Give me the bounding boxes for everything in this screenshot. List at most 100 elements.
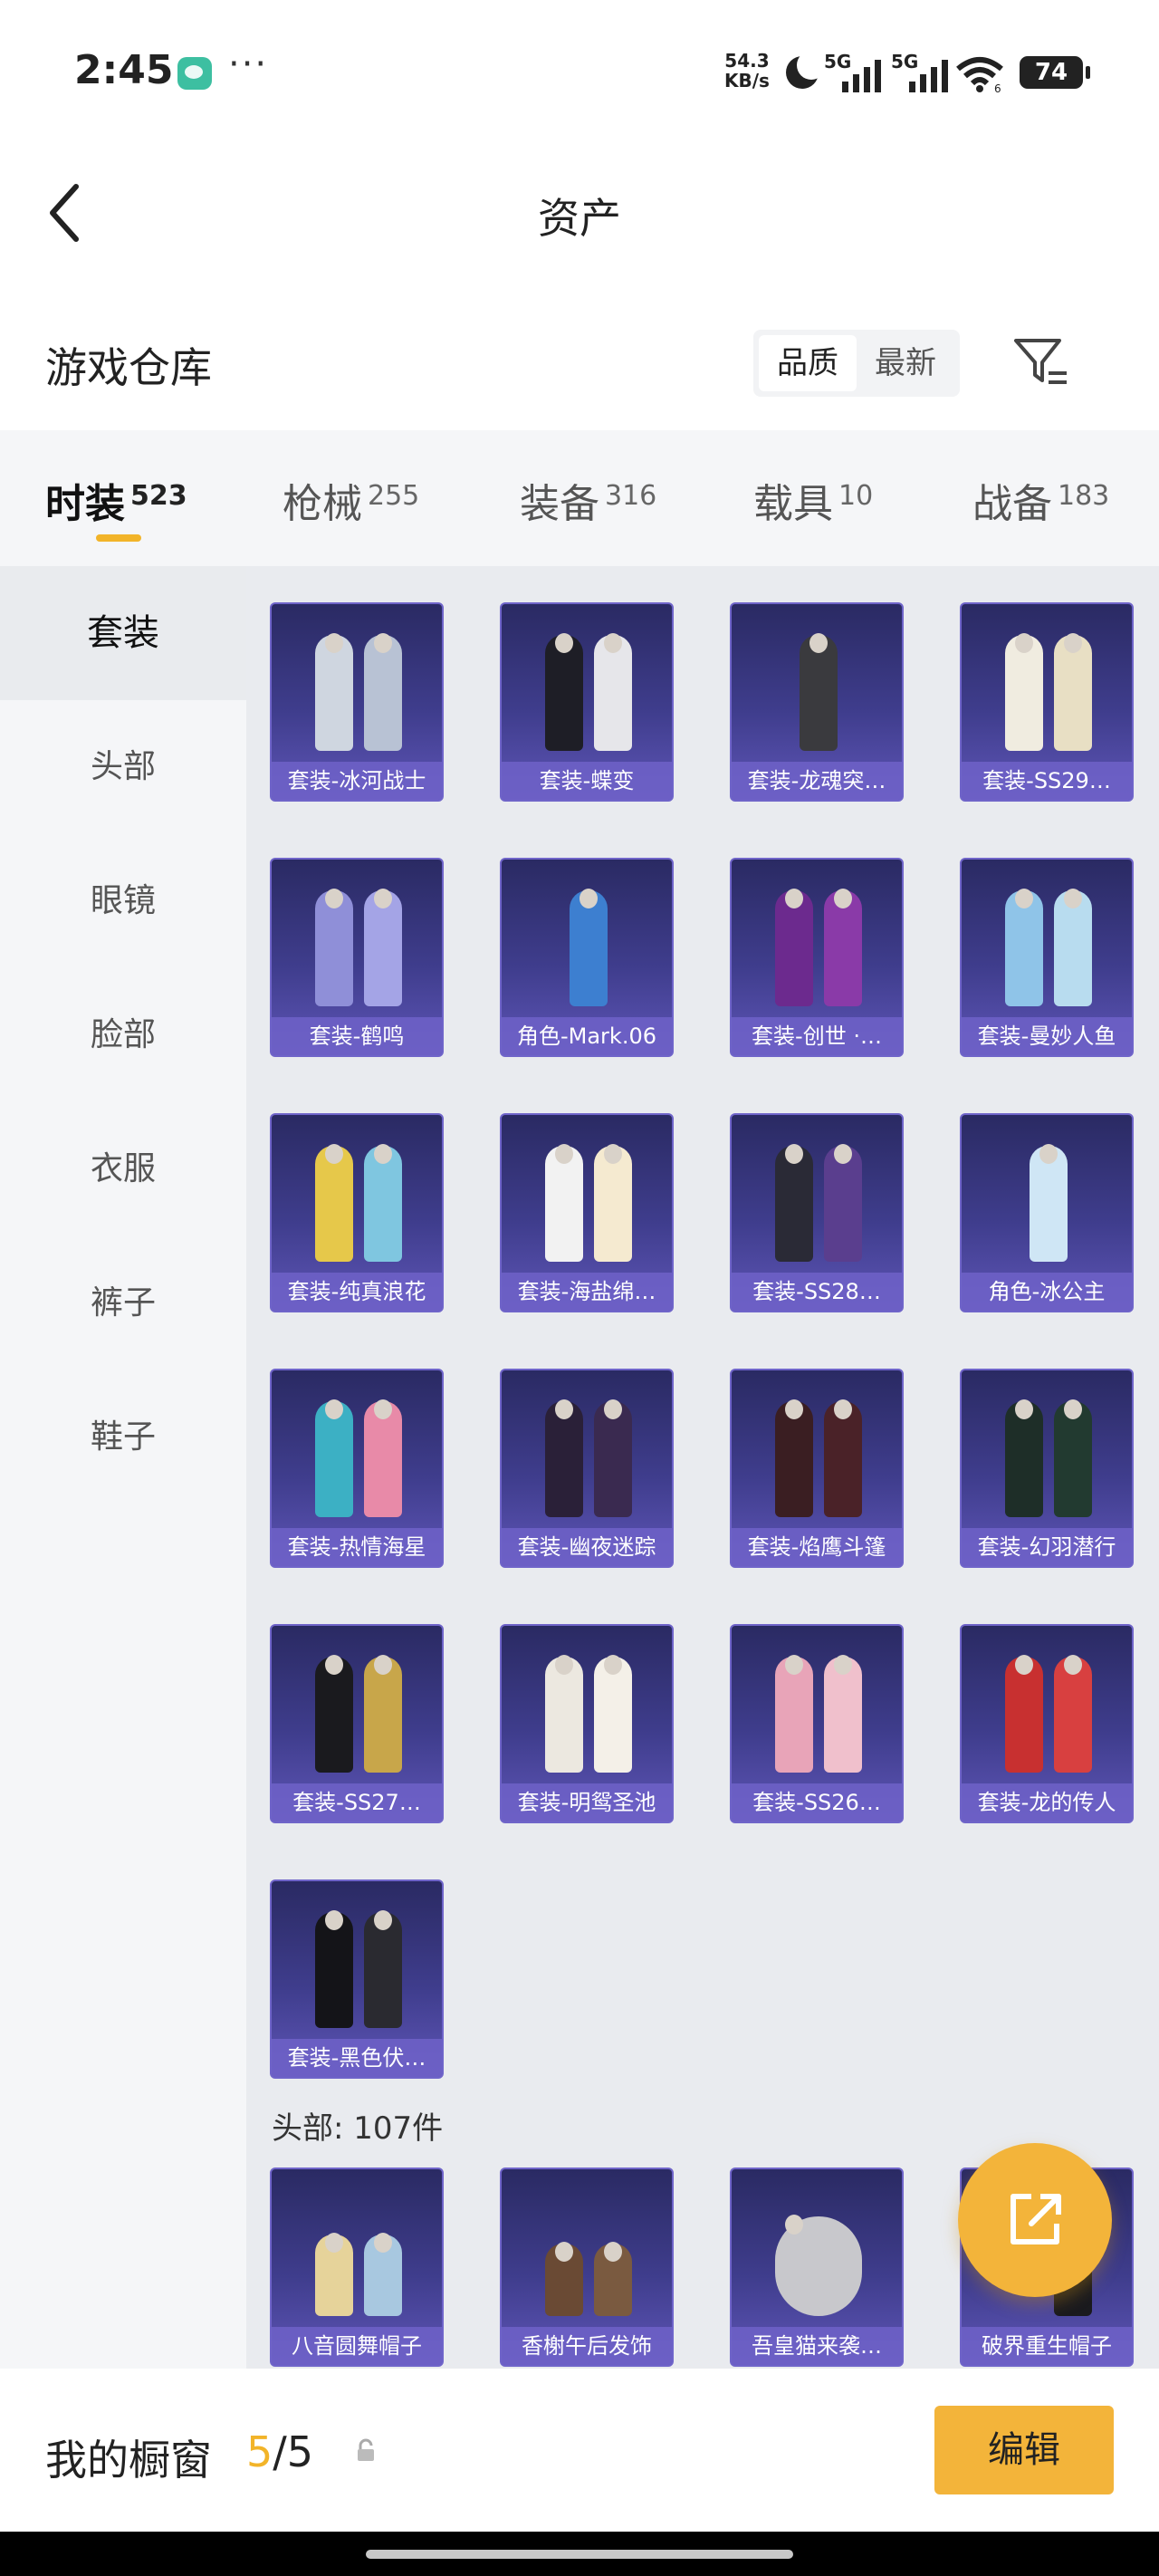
- item-image: [998, 624, 1099, 751]
- item-image: [998, 1135, 1099, 1262]
- item-card[interactable]: 套装-幽夜迷踪: [500, 1369, 674, 1568]
- lock-icon: [358, 2438, 374, 2461]
- item-card[interactable]: 套装-黑色伏…: [270, 1879, 444, 2079]
- filter-icon[interactable]: [1012, 335, 1068, 388]
- item-card[interactable]: 套装-蝶变: [500, 602, 674, 802]
- item-card[interactable]: 套装-龙魂突…: [730, 602, 904, 802]
- item-name: 角色-冰公主: [962, 1273, 1132, 1311]
- item-image: [538, 2189, 639, 2316]
- item-image: [768, 1390, 869, 1517]
- item-name: 套装-冰河战士: [272, 762, 442, 800]
- wifi-icon: 6: [956, 57, 1003, 92]
- item-image: [998, 879, 1099, 1006]
- sort-quality-button[interactable]: 品质: [759, 335, 857, 391]
- item-name: 破界重生帽子: [962, 2327, 1132, 2365]
- sim1-label: 5G: [824, 51, 852, 72]
- tab-label: 战备: [972, 481, 1052, 527]
- item-name: 套装-幽夜迷踪: [502, 1528, 672, 1566]
- item-card[interactable]: 套装-鹤鸣: [270, 858, 444, 1057]
- tab-equipment[interactable]: 装备 316: [520, 471, 656, 529]
- item-name: 八音圆舞帽子: [272, 2327, 442, 2365]
- tab-gear[interactable]: 战备 183: [972, 471, 1109, 529]
- item-name: 套装-曼妙人鱼: [962, 1017, 1132, 1055]
- network-speed-value: 54.3: [724, 50, 770, 72]
- showcase-current: 5: [246, 2427, 273, 2476]
- item-card[interactable]: 角色-Mark.06: [500, 858, 674, 1057]
- item-card[interactable]: 套装-焰鹰斗篷: [730, 1369, 904, 1568]
- sort-latest-button[interactable]: 最新: [857, 335, 954, 391]
- item-card[interactable]: 套装-龙的传人: [960, 1624, 1134, 1823]
- item-name: 套装-热情海星: [272, 1528, 442, 1566]
- sidebar-item-shoes[interactable]: 鞋子: [0, 1370, 246, 1504]
- item-name: 吾皇猫来袭…: [732, 2327, 902, 2365]
- tab-count: 316: [605, 480, 657, 512]
- item-name: 套装-SS26…: [732, 1783, 902, 1821]
- sidebar-item-suits[interactable]: 套装: [0, 566, 246, 700]
- item-card[interactable]: 角色-冰公主: [960, 1113, 1134, 1312]
- item-image: [308, 2189, 409, 2316]
- sim2-label: 5G: [891, 51, 919, 72]
- home-indicator[interactable]: [366, 2550, 793, 2559]
- network-speed: 54.3 KB/s: [724, 51, 770, 91]
- item-image: [768, 2189, 869, 2316]
- item-card[interactable]: 套装-创世 ·…: [730, 858, 904, 1057]
- tab-count: 10: [838, 480, 874, 512]
- item-card[interactable]: 套装-SS26…: [730, 1624, 904, 1823]
- status-time: 2:45: [74, 47, 174, 93]
- item-image: [308, 879, 409, 1006]
- sidebar-item-pants[interactable]: 裤子: [0, 1236, 246, 1370]
- tab-count: 255: [368, 480, 420, 512]
- item-image: [538, 1390, 639, 1517]
- item-name: 香榭午后发饰: [502, 2327, 672, 2365]
- tab-vehicles[interactable]: 载具 10: [753, 471, 873, 529]
- showcase-label: 我的橱窗: [45, 2436, 212, 2485]
- head-section-label: 头部: 107件: [272, 2110, 444, 2147]
- edit-button[interactable]: 编辑: [934, 2406, 1114, 2494]
- active-tab-indicator: [96, 534, 141, 542]
- item-image: [768, 879, 869, 1006]
- item-card[interactable]: 套装-SS29…: [960, 602, 1134, 802]
- item-card[interactable]: 八音圆舞帽子: [270, 2167, 444, 2367]
- item-card[interactable]: 套装-幻羽潜行: [960, 1369, 1134, 1568]
- item-image: [768, 1646, 869, 1773]
- tab-guns[interactable]: 枪械 255: [283, 471, 419, 529]
- item-image: [538, 1646, 639, 1773]
- sidebar-item-glasses[interactable]: 眼镜: [0, 834, 246, 968]
- item-name: 套装-蝶变: [502, 762, 672, 800]
- sidebar-item-clothes[interactable]: 衣服: [0, 1102, 246, 1236]
- item-image: [538, 624, 639, 751]
- item-card[interactable]: 套装-冰河战士: [270, 602, 444, 802]
- item-card[interactable]: 套装-热情海星: [270, 1369, 444, 1568]
- item-card[interactable]: 套装-海盐绵…: [500, 1113, 674, 1312]
- item-name: 套装-SS29…: [962, 762, 1132, 800]
- wechat-notification-icon: [177, 57, 212, 90]
- showcase-total: /5: [273, 2427, 314, 2476]
- item-card[interactable]: 套装-纯真浪花: [270, 1113, 444, 1312]
- item-name: 套装-鹤鸣: [272, 1017, 442, 1055]
- tab-fashion[interactable]: 时装 523: [45, 471, 187, 529]
- item-image: [308, 624, 409, 751]
- item-card[interactable]: 吾皇猫来袭…: [730, 2167, 904, 2367]
- item-name: 套装-黑色伏…: [272, 2039, 442, 2077]
- tab-label: 时装: [45, 481, 125, 527]
- sidebar-item-face[interactable]: 脸部: [0, 968, 246, 1102]
- item-image: [768, 1135, 869, 1262]
- more-notifications-icon: ···: [228, 43, 269, 85]
- signal-1-icon: 5G: [824, 51, 887, 92]
- share-button[interactable]: [958, 2143, 1112, 2297]
- sidebar-item-head[interactable]: 头部: [0, 700, 246, 834]
- sort-toggle: 品质 最新: [753, 330, 960, 397]
- item-card[interactable]: 套装-明鸳圣池: [500, 1624, 674, 1823]
- wifi-sub-label: 6: [994, 82, 1001, 92]
- item-grid: 套装-冰河战士 套装-蝶变 套装-龙魂突… 套装-SS29… 套装-鹤鸣 角色-…: [246, 566, 1159, 2369]
- item-image: [308, 1135, 409, 1262]
- sidebar: 套装 头部 眼镜 脸部 衣服 裤子 鞋子: [0, 566, 246, 2369]
- showcase-count: 5/5: [246, 2427, 313, 2476]
- item-card[interactable]: 套装-曼妙人鱼: [960, 858, 1134, 1057]
- item-name: 套装-明鸳圣池: [502, 1783, 672, 1821]
- page-title: 资产: [538, 194, 621, 243]
- battery-icon: 74: [1020, 56, 1090, 89]
- item-card[interactable]: 香榭午后发饰: [500, 2167, 674, 2367]
- item-card[interactable]: 套装-SS28…: [730, 1113, 904, 1312]
- item-card[interactable]: 套装-SS27…: [270, 1624, 444, 1823]
